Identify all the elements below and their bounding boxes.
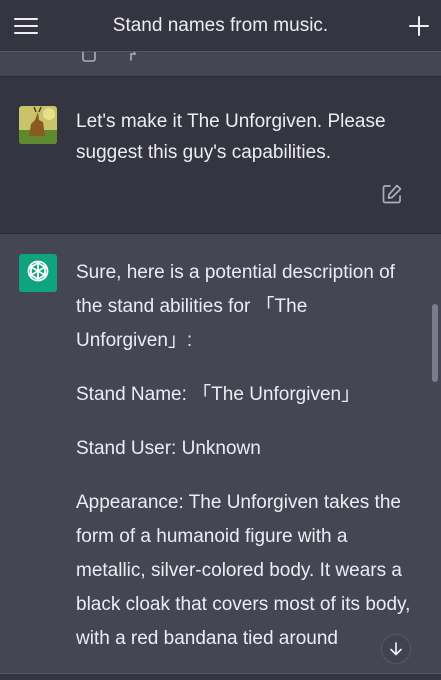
user-message-text: Let's make it The Unforgiven. Please sug… <box>76 111 386 163</box>
edit-icon <box>382 184 402 204</box>
assistant-message: Sure, here is a potential description of… <box>0 234 441 680</box>
menu-button[interactable] <box>14 15 40 37</box>
plus-icon <box>409 16 429 36</box>
assistant-paragraph: Sure, here is a potential description of… <box>76 262 395 351</box>
assistant-paragraph: Appearance: The Unforgiven takes the for… <box>76 492 411 649</box>
top-bar: Stand names from music. <box>0 0 441 52</box>
menu-icon-bar <box>14 32 38 34</box>
menu-icon-bar <box>14 25 38 27</box>
assistant-paragraph: Stand Name: 「The Unforgiven」 <box>76 384 361 405</box>
assistant-paragraph: Stand User: Unknown <box>76 438 261 459</box>
chat-title: Stand names from music. <box>112 15 329 36</box>
assistant-avatar <box>19 254 57 292</box>
assistant-message-text: Sure, here is a potential description of… <box>76 256 416 676</box>
new-chat-button[interactable] <box>407 14 431 38</box>
user-message: Let's make it The Unforgiven. Please sug… <box>0 76 441 234</box>
openai-logo-icon <box>27 260 49 282</box>
scrollbar-thumb[interactable] <box>432 304 438 382</box>
arrow-down-icon <box>390 642 402 656</box>
bottom-edge <box>0 673 441 680</box>
previous-message-actions <box>0 46 441 76</box>
menu-icon-bar <box>14 18 38 20</box>
scroll-to-bottom-button[interactable] <box>381 634 411 664</box>
edit-button[interactable] <box>381 183 403 205</box>
user-avatar <box>19 106 57 144</box>
